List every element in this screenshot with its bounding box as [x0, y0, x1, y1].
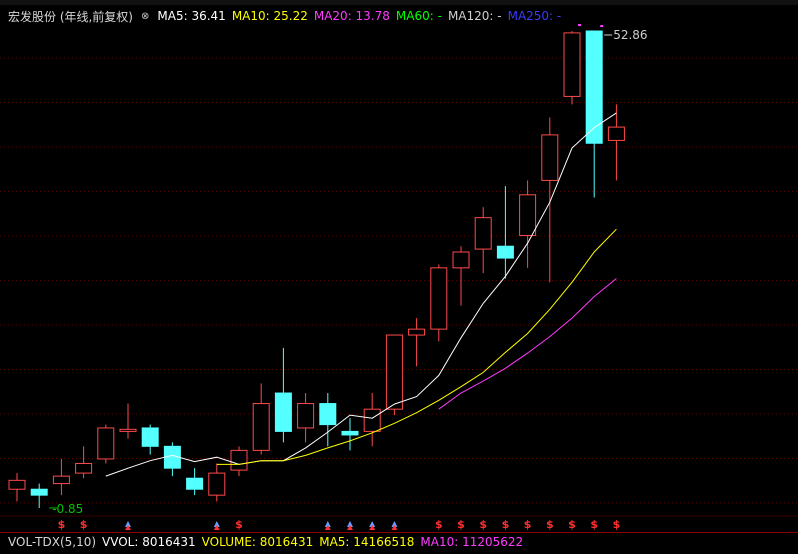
- candle-down: [141, 427, 159, 447]
- candle-up: [408, 328, 426, 336]
- chart-canvas[interactable]: 52.86 -0.85 $ $ $ $ $ $ $ $ $ $ $ $: [0, 0, 798, 551]
- ma10-value: MA10: 25.22: [231, 9, 308, 23]
- candle-up: [252, 403, 270, 451]
- candlestick-chart[interactable]: 52.86 -0.85 $ $ $ $ $ $ $ $ $ $ $ $: [0, 0, 798, 551]
- candle-up: [119, 428, 137, 432]
- candle-up: [230, 449, 248, 471]
- signal-marker-red: $: [590, 518, 598, 531]
- candle-down: [496, 245, 514, 259]
- ma5-line: [105, 112, 617, 477]
- candle-down: [585, 30, 603, 144]
- candle-down: [186, 477, 204, 490]
- candle-up: [563, 32, 581, 97]
- top-marker: [578, 24, 581, 26]
- stock-title[interactable]: 宏发股份 (年线,前复权): [8, 8, 133, 25]
- top-marker: [600, 25, 604, 27]
- candle-down: [274, 392, 292, 432]
- candle-down: [341, 430, 359, 436]
- candle-up: [97, 427, 115, 460]
- candle-up: [75, 462, 93, 474]
- toggle-indicator-icon[interactable]: ⊗: [141, 11, 149, 22]
- candle-up: [363, 408, 381, 432]
- ma120-value: MA120: -: [447, 9, 502, 23]
- signal-marker-red: $: [235, 518, 243, 531]
- ma60-value: MA60: -: [395, 9, 442, 23]
- signal-marker-red: $: [479, 518, 487, 531]
- signal-marker-red: $: [58, 518, 66, 531]
- candle-up: [519, 194, 537, 236]
- ma5-value: MA5: 36.41: [157, 9, 226, 23]
- candle-down: [30, 488, 48, 496]
- ma20-value: MA20: 13.78: [313, 9, 390, 23]
- volume-indicator-bar: VOL-TDX(5,10) VVOL: 8016431 VOLUME: 8016…: [0, 532, 798, 551]
- vvol-value: VVOL: 8016431: [102, 535, 196, 549]
- ma250-value: MA250: -: [507, 9, 562, 23]
- signal-marker-red: $: [502, 518, 510, 531]
- high-price-label: 52.86: [613, 28, 647, 42]
- signal-marker-red: $: [568, 518, 576, 531]
- candle-up: [208, 472, 226, 496]
- signal-marker-red: $: [613, 518, 621, 531]
- candle-up: [52, 475, 70, 485]
- candle-up: [541, 134, 559, 181]
- volume-value: VOLUME: 8016431: [201, 535, 314, 549]
- ma20-line: [438, 278, 617, 410]
- candle-up: [607, 126, 625, 141]
- candle-up: [430, 267, 448, 330]
- low-price-label: -0.85: [52, 502, 83, 516]
- candle-up: [474, 217, 492, 250]
- signal-marker-red: $: [524, 518, 532, 531]
- indicator-legend: 宏发股份 (年线,前复权) ⊗ MA5: 36.41 MA10: 25.22 M…: [8, 7, 561, 25]
- candle-up: [452, 251, 470, 269]
- candle-up: [8, 479, 26, 490]
- signal-marker-red: $: [435, 518, 443, 531]
- volume-ma5-value: MA5: 14166518: [319, 535, 415, 549]
- candle-down: [319, 403, 337, 426]
- signal-marker-red: $: [546, 518, 554, 531]
- volume-ma10-value: MA10: 11205622: [420, 535, 524, 549]
- volume-indicator-name[interactable]: VOL-TDX(5,10): [8, 535, 96, 549]
- candle-up: [385, 334, 403, 410]
- candle-up: [297, 403, 315, 429]
- signal-marker-red: $: [80, 518, 88, 531]
- signal-marker-red: $: [457, 518, 465, 531]
